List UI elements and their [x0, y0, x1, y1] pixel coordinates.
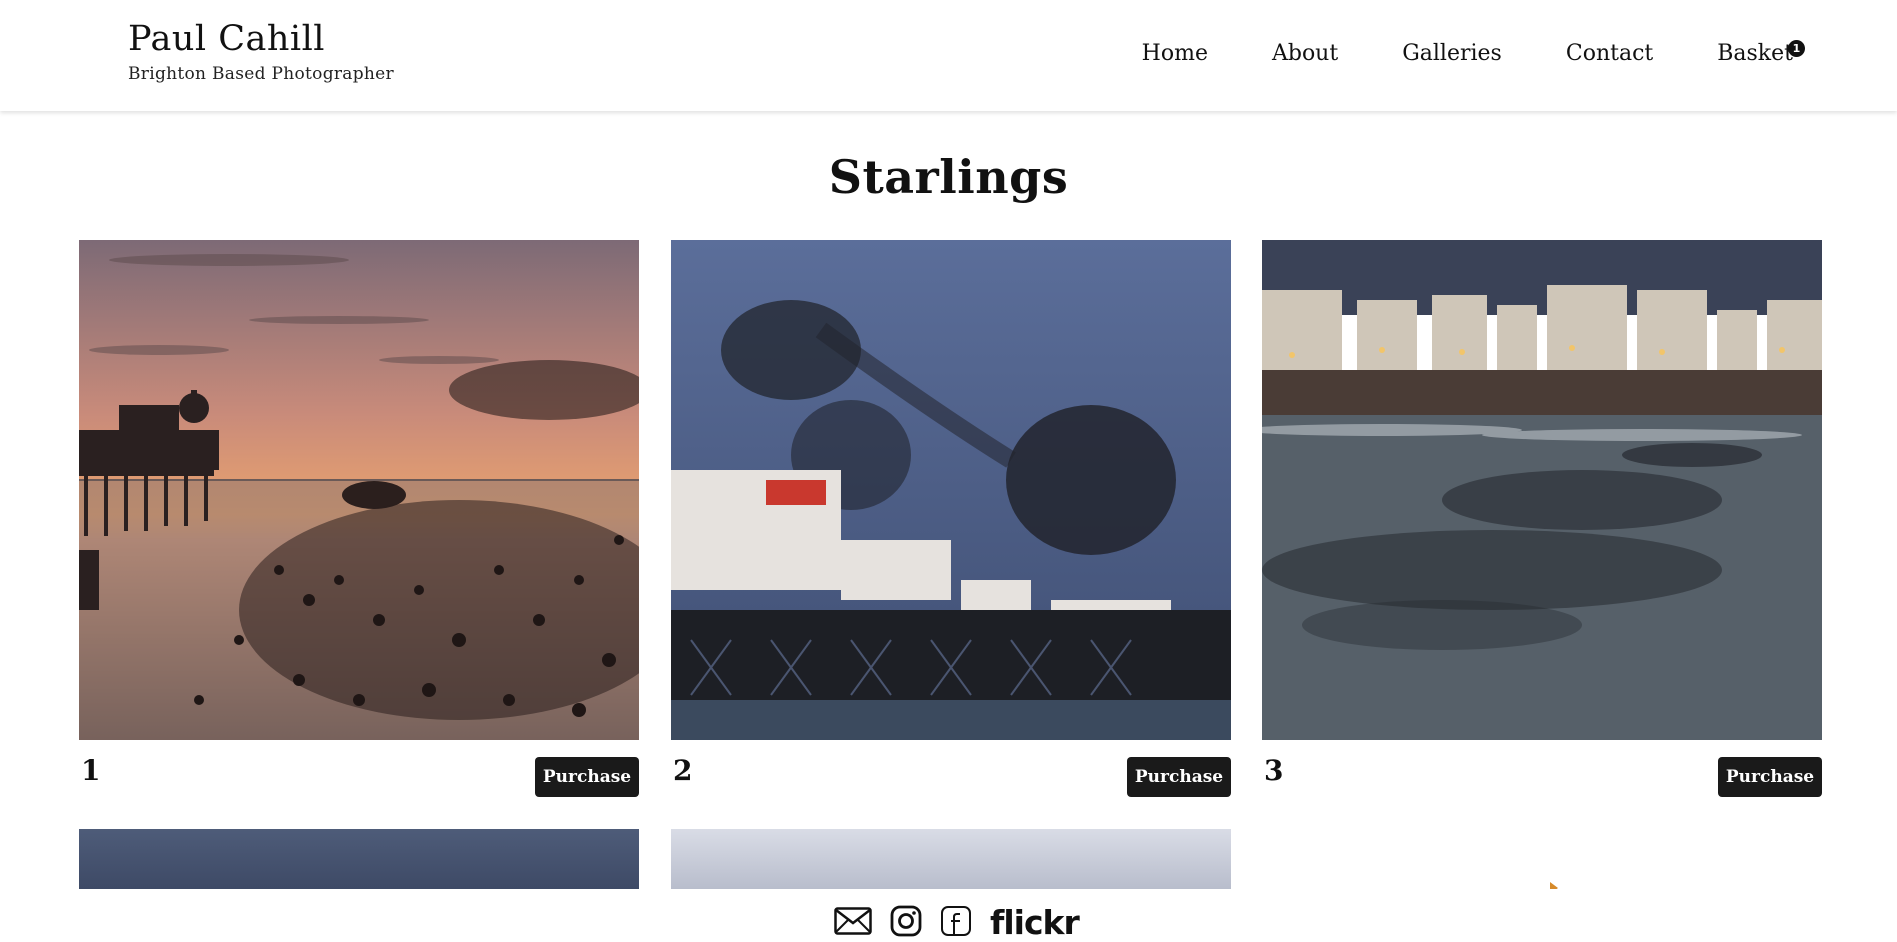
photo-number: 3 [1264, 754, 1284, 787]
site-title[interactable]: Paul Cahill [128, 18, 394, 60]
social-footer: flickr [0, 889, 1897, 942]
brand[interactable]: Paul Cahill Brighton Based Photographer [128, 18, 394, 84]
gallery-card: 2 Purchase [671, 240, 1231, 797]
photo-number: 1 [81, 754, 101, 787]
purchase-button[interactable]: Purchase [535, 757, 639, 797]
mail-icon[interactable] [834, 907, 872, 939]
instagram-icon[interactable] [890, 905, 922, 941]
nav-galleries[interactable]: Galleries [1402, 38, 1502, 70]
main-nav: Home About Galleries Contact Basket 1 [1142, 38, 1805, 70]
flickr-logo[interactable]: flickr [990, 906, 1080, 939]
purchase-button[interactable]: Purchase [1718, 757, 1822, 797]
basket-count-badge: 1 [1788, 40, 1805, 57]
site-tagline: Brighton Based Photographer [128, 64, 394, 84]
site-header: Paul Cahill Brighton Based Photographer … [0, 0, 1897, 111]
photo-starlings-pier-dusk[interactable] [671, 240, 1231, 740]
photo-starlings-sunset[interactable] [79, 240, 639, 740]
gallery-card: 3 Purchase [1262, 240, 1822, 797]
photo-thumbnail[interactable] [79, 829, 639, 889]
nav-basket-label: Basket [1717, 41, 1793, 66]
nav-contact[interactable]: Contact [1566, 38, 1653, 70]
gallery-card: 1 Purchase [79, 240, 639, 797]
purchase-button[interactable]: Purchase [1127, 757, 1231, 797]
photo-starlings-seafront[interactable] [1262, 240, 1822, 740]
facebook-icon[interactable] [940, 905, 972, 941]
nav-about[interactable]: About [1272, 38, 1338, 70]
page-title: Starlings [828, 150, 1069, 204]
nav-home[interactable]: Home [1142, 38, 1208, 70]
photo-number: 2 [673, 754, 693, 787]
nav-basket[interactable]: Basket 1 [1717, 38, 1805, 70]
photo-thumbnail[interactable] [671, 829, 1231, 889]
